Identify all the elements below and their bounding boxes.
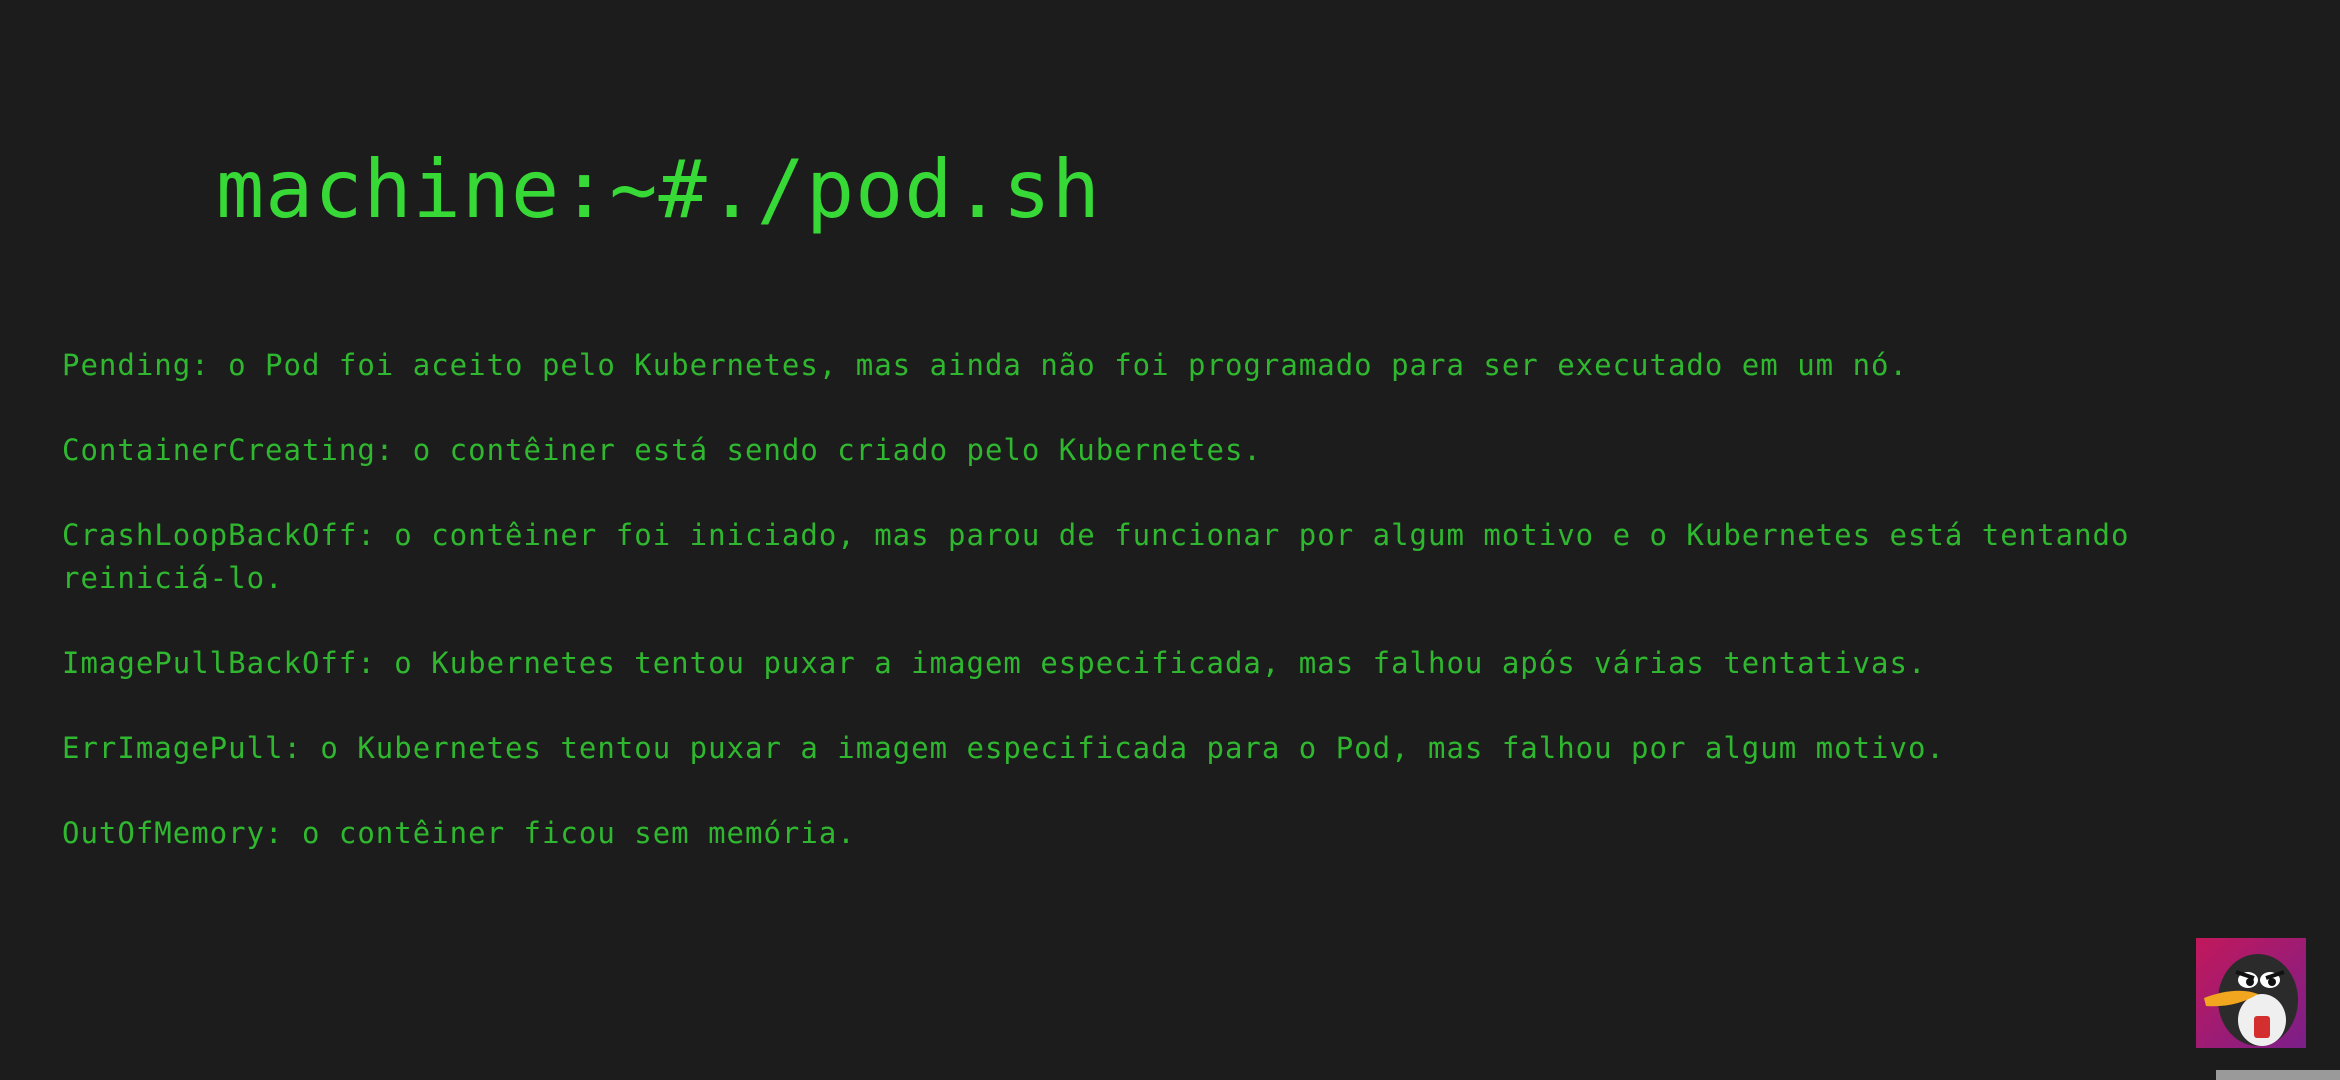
terminal-prompt: machine:~#./pod.sh xyxy=(216,143,1101,236)
penguin-avatar-icon[interactable] xyxy=(2196,938,2306,1048)
corner-bar xyxy=(2216,1070,2340,1080)
status-line-container-creating: ContainerCreating: o contêiner está send… xyxy=(62,433,1262,467)
pod-status-list: Pending: o Pod foi aceito pelo Kubernete… xyxy=(62,344,2282,897)
status-line-out-of-memory: OutOfMemory: o contêiner ficou sem memór… xyxy=(62,816,856,850)
status-line-err-image-pull: ErrImagePull: o Kubernetes tentou puxar … xyxy=(62,731,1945,765)
status-line-crash-loop-backoff: CrashLoopBackOff: o contêiner foi inicia… xyxy=(62,518,2130,595)
status-line-pending: Pending: o Pod foi aceito pelo Kubernete… xyxy=(62,348,1908,382)
status-line-image-pull-backoff: ImagePullBackOff: o Kubernetes tentou pu… xyxy=(62,646,1927,680)
terminal-screen: machine:~#./pod.sh Pending: o Pod foi ac… xyxy=(0,0,2340,1080)
